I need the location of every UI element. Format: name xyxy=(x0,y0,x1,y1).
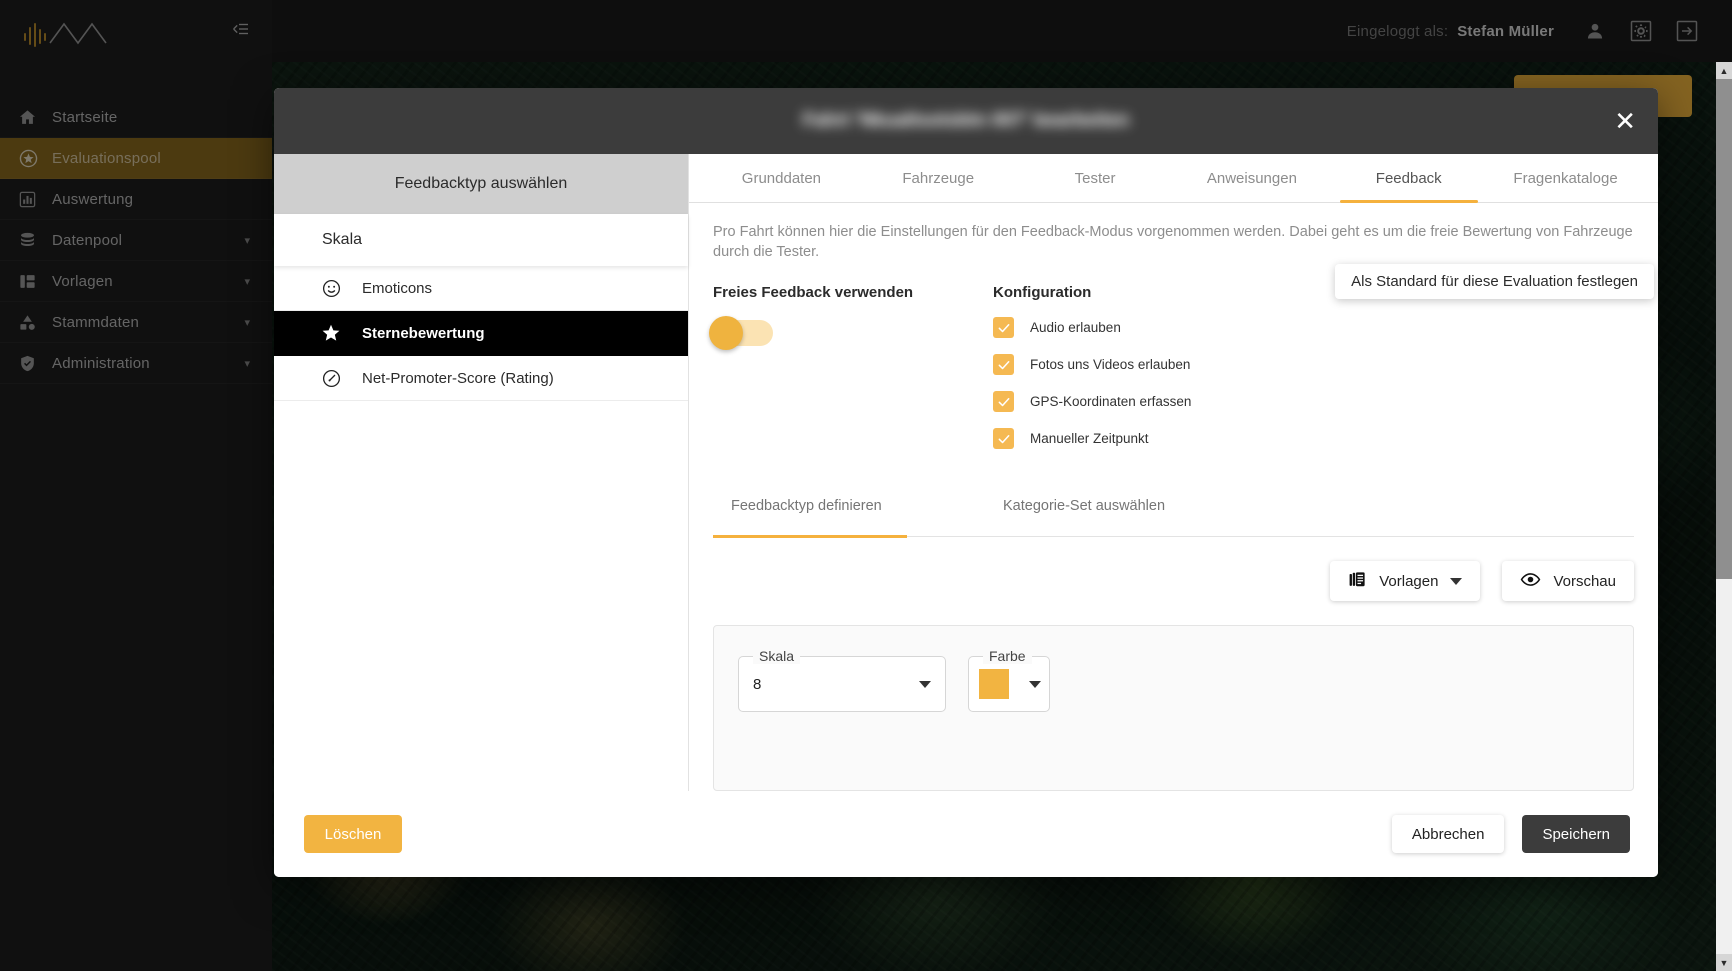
skala-legend: Skala xyxy=(753,648,801,665)
chevron-down-icon xyxy=(1029,680,1041,688)
dialog-body: Feedbacktyp auswählen Skala Emoticons St… xyxy=(274,154,1658,791)
konfiguration-section: Konfiguration Audio erlauben Fotos uns V… xyxy=(993,284,1413,450)
checkbox-label-fotos-uns-videos-erlauben: Fotos uns Videos erlauben xyxy=(1030,357,1191,373)
feedback-type-editor: Skala 8 Farbe xyxy=(713,625,1634,791)
feedback-type-label-net-promoter-score: Net-Promoter-Score (Rating) xyxy=(362,369,554,387)
edit-evaluation-dialog: Fahrt 'Nkualtsotsbtn 007' bearbeiten ✕ F… xyxy=(274,88,1658,877)
templates-icon xyxy=(1348,570,1367,593)
checkbox-manueller-zeitpunkt[interactable] xyxy=(993,428,1014,450)
tab-tester[interactable]: Tester xyxy=(1017,154,1174,202)
delete-button[interactable]: Löschen xyxy=(304,815,402,853)
close-icon[interactable]: ✕ xyxy=(1614,108,1636,134)
dialog-footer-actions: Abbrechen Speichern xyxy=(1391,815,1630,853)
feedback-type-item-emoticons[interactable]: Emoticons xyxy=(274,266,688,311)
tab-anweisungen[interactable]: Anweisungen xyxy=(1173,154,1330,202)
smiley-icon xyxy=(320,277,342,299)
feedback-intro-text: Pro Fahrt können hier die Einstellungen … xyxy=(713,224,1633,261)
toggle-knob xyxy=(709,316,743,351)
freies-feedback-toggle[interactable] xyxy=(709,316,773,351)
scrollbar-thumb[interactable] xyxy=(1716,79,1732,579)
vorlagen-button-label: Vorlagen xyxy=(1379,572,1439,590)
feedback-type-panel: Feedbacktyp auswählen Skala Emoticons St… xyxy=(274,154,689,791)
subtab-kategorie-set-auswaehlen[interactable]: Kategorie-Set auswählen xyxy=(1003,495,1165,537)
freies-feedback-title: Freies Feedback verwenden xyxy=(713,284,914,302)
subtab-feedbacktyp-definieren[interactable]: Feedbacktyp definieren xyxy=(713,495,1003,539)
feedback-configuration-row: Freies Feedback verwenden Konfiguration xyxy=(689,262,1658,450)
feedback-type-item-sternebewertung[interactable]: Sternebewertung xyxy=(274,311,688,356)
chevron-down-icon xyxy=(919,680,931,688)
chevron-down-icon[interactable]: ▼ xyxy=(1716,954,1732,971)
checkbox-row-audio: Audio erlauben xyxy=(993,317,1413,339)
page-scrollbar[interactable]: ▲ ▼ xyxy=(1716,62,1732,971)
gauge-icon xyxy=(320,367,342,389)
dialog-title: Fahrt 'Nkualtsotsbtn 007' bearbeiten xyxy=(802,110,1130,131)
eye-icon xyxy=(1520,569,1541,594)
star-icon xyxy=(320,322,342,344)
checkbox-label-audio-erlauben: Audio erlauben xyxy=(1030,320,1121,336)
freies-feedback-section: Freies Feedback verwenden xyxy=(709,284,993,449)
checkbox-row-manueller-zeitpunkt: Manueller Zeitpunkt xyxy=(993,428,1413,450)
tab-grunddaten[interactable]: Grunddaten xyxy=(703,154,860,202)
feedback-settings-panel: Grunddaten Fahrzeuge Tester Anweisungen … xyxy=(689,154,1658,791)
save-button[interactable]: Speichern xyxy=(1522,815,1630,853)
feedback-subtabs: Feedbacktyp definieren Kategorie-Set aus… xyxy=(713,495,1634,539)
skala-value: 8 xyxy=(753,675,762,693)
tab-fragenkataloge[interactable]: Fragenkataloge xyxy=(1487,154,1644,202)
vorlagen-button[interactable]: Vorlagen xyxy=(1330,561,1481,602)
skala-select[interactable]: Skala 8 xyxy=(738,648,946,713)
feedback-type-label-sternebewertung: Sternebewertung xyxy=(362,324,485,342)
vorschau-button-label: Vorschau xyxy=(1553,572,1616,590)
checkbox-label-manueller-zeitpunkt: Manueller Zeitpunkt xyxy=(1030,431,1149,447)
vorschau-button[interactable]: Vorschau xyxy=(1502,561,1634,602)
farbe-swatch xyxy=(979,669,1009,700)
tab-fahrzeuge[interactable]: Fahrzeuge xyxy=(860,154,1017,202)
chevron-down-icon xyxy=(1450,577,1463,585)
farbe-select[interactable]: Farbe xyxy=(968,648,1050,713)
checkbox-row-fotos-videos: Fotos uns Videos erlauben xyxy=(993,354,1413,376)
chevron-up-icon[interactable]: ▲ xyxy=(1716,62,1732,79)
feedback-type-panel-header: Feedbacktyp auswählen xyxy=(274,154,688,214)
tooltip-als-standard-festlegen: Als Standard für diese Evaluation festle… xyxy=(1335,264,1654,300)
checkbox-row-gps: GPS-Koordinaten erfassen xyxy=(993,391,1413,413)
checkbox-fotos-uns-videos-erlauben[interactable] xyxy=(993,354,1014,376)
dialog-header: Fahrt 'Nkualtsotsbtn 007' bearbeiten ✕ xyxy=(274,88,1658,154)
freies-feedback-toggle-wrap xyxy=(709,316,993,351)
checkbox-label-gps-koordinaten-erfassen: GPS-Koordinaten erfassen xyxy=(1030,394,1192,410)
checkbox-audio-erlauben[interactable] xyxy=(993,317,1014,339)
tab-feedback[interactable]: Feedback xyxy=(1330,154,1487,204)
checkbox-gps-koordinaten-erfassen[interactable] xyxy=(993,391,1014,413)
farbe-legend: Farbe xyxy=(983,648,1032,665)
cancel-button[interactable]: Abbrechen xyxy=(1391,815,1505,853)
feedback-type-item-net-promoter-score[interactable]: Net-Promoter-Score (Rating) xyxy=(274,356,688,401)
dialog-tabs: Grunddaten Fahrzeuge Tester Anweisungen … xyxy=(689,154,1658,204)
feedback-type-group-skala: Skala xyxy=(274,214,688,266)
editor-tools-row: Vorlagen Vorschau xyxy=(689,537,1658,602)
dialog-footer: Löschen Abbrechen Speichern xyxy=(274,791,1658,877)
app-root: Eingeloggt als: Stefan Müller Startseite… xyxy=(0,0,1732,971)
feedback-type-label-emoticons: Emoticons xyxy=(362,279,433,297)
